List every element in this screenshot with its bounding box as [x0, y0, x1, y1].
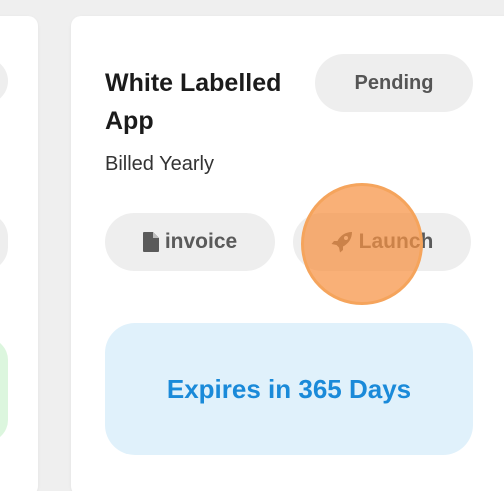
- expiry-text: Expires in 365 Days: [166, 374, 412, 404]
- launch-button[interactable]: Launch: [293, 213, 471, 271]
- launch-label: Launch: [358, 230, 434, 253]
- page: White Labelled App Pending Billed Yearly…: [0, 0, 504, 491]
- invoice-button[interactable]: invoice: [105, 213, 275, 271]
- expiry-box: Expires in 365 Days: [105, 323, 473, 455]
- neighbor-expiry-box: [0, 338, 8, 442]
- status-badge: Pending: [315, 54, 473, 112]
- status-label: Pending: [354, 71, 434, 94]
- app-card: White Labelled App Pending Billed Yearly…: [71, 16, 504, 491]
- billing-cycle: Billed Yearly: [105, 153, 214, 175]
- document-icon: [142, 232, 159, 252]
- rocket-icon: [331, 231, 353, 253]
- app-title: White Labelled App: [105, 69, 282, 135]
- invoice-label: invoice: [164, 230, 238, 253]
